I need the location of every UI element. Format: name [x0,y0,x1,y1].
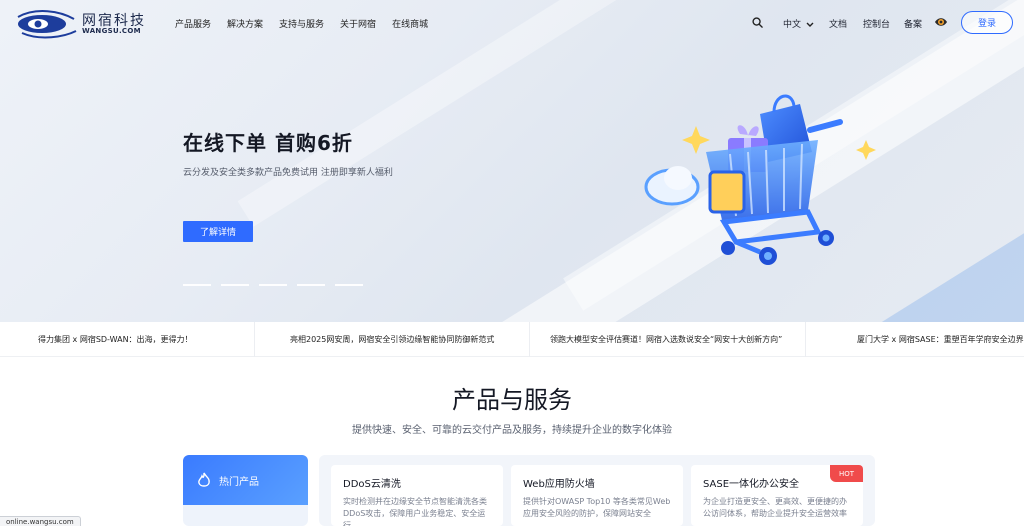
section-title: 产品与服务 [452,386,572,414]
news-item[interactable]: 亮相2025网安周，网宿安全引领边缘智能协同防御新范式 [290,322,494,357]
eye-icon[interactable] [934,16,948,28]
category-tab-hot[interactable]: 热门产品 [183,455,308,505]
product-card-title: SASE一体化办公安全 [703,479,800,490]
cloud-icon [644,166,700,206]
main-nav: 产品服务 解决方案 支持与服务 关于网宿 在线商城 [175,17,428,30]
news-ticker: 得力集团 x 网宿SD-WAN：出海，更得力！ 亮相2025网安周，网宿安全引领… [0,322,1024,357]
nav-item-solutions[interactable]: 解决方案 [227,17,263,30]
carousel-dot[interactable] [335,284,363,286]
nav-item-store[interactable]: 在线商城 [392,17,428,30]
product-card-desc: 公访问体系，帮助企业提升安全运营效率 [703,509,847,518]
category-tab[interactable] [183,505,308,526]
language-label: 中文 [783,20,802,30]
product-card-desc: 提供针对OWASP Top10 等各类常见Web [523,497,671,506]
carousel-indicators [183,284,363,286]
divider [529,322,530,357]
hot-badge: HOT [830,465,863,482]
product-card-desc: 应用安全风险的防护，保障网站安全 [523,509,651,518]
nav-item-products[interactable]: 产品服务 [175,17,211,30]
language-switcher[interactable]: 中文 [783,17,814,30]
logo-text-en: WANGSU.COM [82,27,141,35]
flame-icon [198,472,210,487]
product-card-waf[interactable]: Web应用防火墙 提供针对OWASP Top10 等各类常见Web 应用安全风险… [511,465,683,526]
search-icon[interactable] [752,17,763,28]
learn-more-button[interactable]: 了解详情 [183,221,253,242]
console-link[interactable]: 控制台 [863,17,890,30]
product-card-desc: DDoS攻击，保障用户业务稳定、安全运 [343,509,486,518]
divider [254,322,255,357]
docs-link[interactable]: 文档 [829,17,847,30]
shopping-cart-illustration [644,94,876,265]
news-item[interactable]: 厦门大学 x 网宿SASE：重塑百年学府安全边界 [857,322,1024,357]
divider [805,322,806,357]
product-card-title: Web应用防火墙 [523,479,595,490]
site-header: 网宿科技 WANGSU.COM 产品服务 解决方案 支持与服务 关于网宿 在线商… [0,0,1024,46]
product-card-ddos[interactable]: DDoS云清洗 实时检测并在边缘安全节点智能清洗各类 DDoS攻击，保障用户业务… [331,465,503,526]
product-card-desc: 行 [343,521,351,526]
news-item[interactable]: 得力集团 x 网宿SD-WAN：出海，更得力！ [38,322,193,357]
carousel-dot[interactable] [183,284,211,286]
hero-banner: 在线下单 首购6折 云分发及安全类多款产品免费试用 注册即享新人福利 了解详情 [0,0,1024,322]
hero-title: 在线下单 首购6折 [183,131,353,155]
chevron-down-icon [806,22,814,27]
nav-item-about[interactable]: 关于网宿 [340,17,376,30]
carousel-dot[interactable] [221,284,249,286]
status-bar-url: online.wangsu.com [0,516,81,526]
product-card-desc: 实时检测并在边缘安全节点智能清洗各类 [343,497,487,506]
product-card-title: DDoS云清洗 [343,479,401,490]
product-card-desc: 为企业打造更安全、更高效、更便捷的办 [703,497,847,506]
category-tab-label: 热门产品 [219,476,259,488]
login-button[interactable]: 登录 [961,11,1013,34]
filing-link[interactable]: 备案 [904,17,922,30]
product-category-menu: 热门产品 [183,455,308,526]
nav-item-support[interactable]: 支持与服务 [279,17,324,30]
hero-subtitle: 云分发及安全类多款产品免费试用 注册即享新人福利 [183,168,393,178]
news-item[interactable]: 领跑大模型安全评估赛道！网宿入选数说安全“网安十大创新方向” [550,322,782,357]
section-subtitle: 提供快速、安全、可靠的云交付产品及服务，持续提升企业的数字化体验 [352,425,672,436]
carousel-dot[interactable] [259,284,287,286]
carousel-dot[interactable] [297,284,325,286]
